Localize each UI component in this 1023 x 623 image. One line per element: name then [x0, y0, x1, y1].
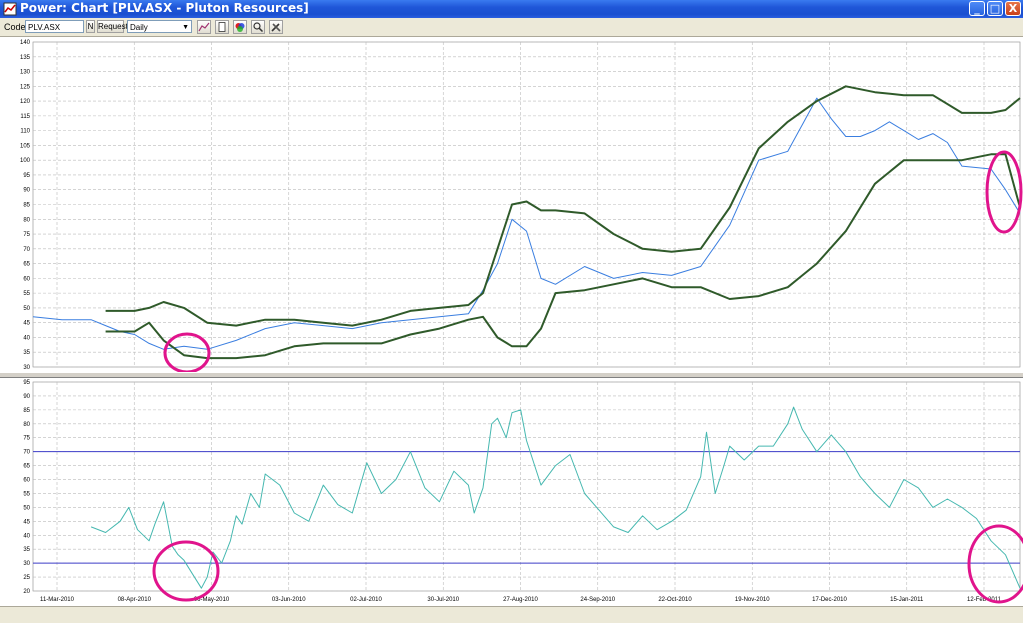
y-tick-label: 95	[23, 380, 30, 386]
plot-frame	[32, 381, 1021, 592]
y-tick-label: 100	[20, 158, 31, 164]
y-tick-label: 95	[23, 173, 30, 179]
y-tick-label: 60	[23, 276, 30, 282]
zoom-icon[interactable]	[251, 20, 265, 34]
app-icon	[3, 2, 17, 16]
period-select[interactable]: Daily ▼	[127, 20, 192, 33]
title-bar: Power: Chart [PLV.ASX - Pluton Resources…	[0, 0, 1023, 18]
colors-icon[interactable]	[233, 20, 247, 34]
x-tick-label: 22-Oct-2010	[658, 597, 692, 603]
y-tick-label: 75	[23, 436, 30, 442]
y-tick-label: 105	[20, 143, 31, 149]
y-tick-label: 50	[23, 306, 30, 312]
y-tick-label: 120	[20, 99, 31, 105]
y-tick-label: 85	[23, 203, 30, 209]
y-tick-label: 70	[23, 247, 30, 253]
window-title: Power: Chart [PLV.ASX - Pluton Resources…	[20, 1, 309, 15]
y-tick-label: 65	[23, 262, 30, 268]
price-chart-pane[interactable]: 30 35 40 45 50 55 60 65 70 75 80 85 90 95 100 105 110 115…	[0, 37, 1023, 372]
y-tick-label: 135	[20, 55, 31, 61]
rsi-chart: 20 25 30 35 40 45 50 55 60 65 70 75 80 85 90 95 11-Mar-2…	[23, 380, 1023, 604]
new-chart-icon[interactable]	[215, 20, 229, 34]
n-button[interactable]: N	[86, 20, 95, 33]
y-tick-label: 55	[23, 291, 30, 297]
y-tick-label: 40	[23, 533, 30, 539]
chevron-down-icon: ▼	[182, 24, 189, 31]
y-tick-label: 75	[23, 232, 30, 238]
rsi-chart-pane[interactable]: 20 25 30 35 40 45 50 55 60 65 70 75 80 85 90 95 11-Mar-2…	[0, 378, 1023, 606]
y-tick-label: 90	[23, 394, 30, 400]
x-tick-label: 19-Nov-2010	[735, 597, 770, 603]
y-tick-label: 65	[23, 464, 30, 470]
x-tick-label: 08-Apr-2010	[118, 597, 152, 603]
y-tick-label: 110	[20, 129, 30, 135]
y-tick-label: 80	[23, 422, 30, 428]
y-tick-label: 90	[23, 188, 30, 194]
y-tick-label: 30	[23, 365, 30, 371]
x-tick-label: 17-Dec-2010	[812, 597, 847, 603]
x-tick-label: 03-Jun-2010	[272, 597, 306, 603]
x-tick-label: 02-Jul-2010	[350, 597, 382, 603]
y-tick-label: 25	[23, 575, 30, 581]
y-tick-label: 50	[23, 505, 30, 511]
period-select-value: Daily	[130, 23, 148, 32]
x-tick-label: 11-Mar-2010	[40, 597, 75, 603]
x-tick-label: 30-Jul-2010	[427, 597, 459, 603]
y-tick-label: 85	[23, 408, 30, 414]
maximize-button[interactable]: □	[987, 1, 1003, 16]
y-tick-label: 70	[23, 450, 30, 456]
y-tick-label: 45	[23, 321, 30, 327]
y-tick-label: 40	[23, 335, 30, 341]
x-tick-label: 27-Aug-2010	[503, 597, 538, 603]
y-tick-label: 125	[20, 84, 31, 90]
y-tick-label: 35	[23, 350, 30, 356]
toolbar: Code: PLV.ASX N Request Daily ▼	[0, 18, 1023, 37]
y-tick-label: 20	[23, 589, 30, 595]
x-tick-label: 15-Jan-2011	[890, 597, 924, 603]
y-tick-label: 115	[20, 114, 30, 120]
x-tick-label: 24-Sep-2010	[580, 597, 615, 603]
y-tick-label: 55	[23, 491, 30, 497]
minimize-button[interactable]: _	[969, 1, 985, 16]
y-tick-label: 35	[23, 547, 30, 553]
close-button[interactable]: X	[1005, 1, 1021, 16]
tools-icon[interactable]	[269, 20, 283, 34]
price-chart: 30 35 40 45 50 55 60 65 70 75 80 85 90 95 100 105 110 115…	[20, 40, 1023, 372]
status-bar	[0, 606, 1023, 623]
y-tick-label: 30	[23, 561, 30, 567]
code-input[interactable]: PLV.ASX	[25, 20, 84, 33]
request-button[interactable]: Request	[97, 20, 128, 33]
y-tick-label: 140	[20, 40, 31, 46]
y-tick-label: 130	[20, 70, 31, 76]
y-tick-label: 80	[23, 217, 30, 223]
y-tick-label: 45	[23, 519, 30, 525]
y-tick-label: 60	[23, 478, 30, 484]
indicator-icon[interactable]	[197, 20, 211, 34]
